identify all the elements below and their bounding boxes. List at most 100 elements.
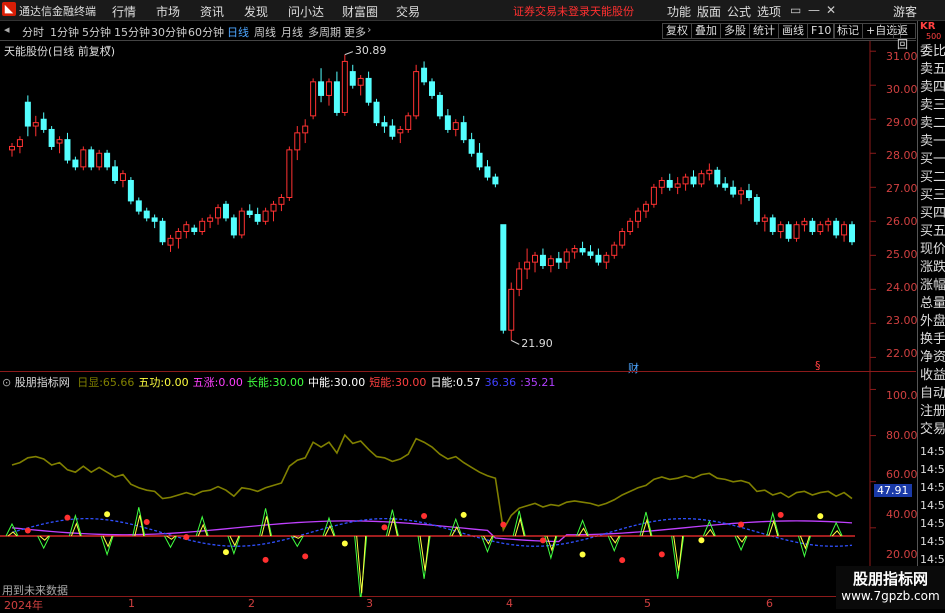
candle-body bbox=[270, 203, 277, 212]
xaxis-label: 2024年 bbox=[4, 599, 43, 612]
indicator-yaxis-label: 40.00 bbox=[886, 508, 918, 521]
indicator-yaxis-label: 20.00 bbox=[886, 548, 918, 561]
period-5min[interactable]: 5分钟 bbox=[82, 24, 111, 40]
menu-market[interactable]: 市场 bbox=[156, 3, 180, 20]
candle-body bbox=[230, 217, 237, 236]
multi-stock-button[interactable]: 多股 bbox=[720, 23, 750, 39]
menu-trade[interactable]: 交易 bbox=[396, 3, 420, 20]
candle-body bbox=[635, 210, 642, 222]
more-chevron-icon[interactable]: › bbox=[367, 23, 371, 36]
side-panel-item[interactable]: 注册 bbox=[920, 403, 945, 420]
candle-body bbox=[714, 169, 721, 185]
period-30min[interactable]: 30分钟 bbox=[151, 24, 187, 40]
menu-fortune[interactable]: 财富圈 bbox=[342, 3, 378, 20]
period-1min[interactable]: 1分钟 bbox=[50, 24, 79, 40]
side-panel-item: 换手 bbox=[920, 332, 945, 347]
candle-body bbox=[429, 81, 435, 96]
menu-formula[interactable]: 公式 bbox=[727, 3, 751, 20]
minimize-icon[interactable]: — bbox=[808, 3, 820, 17]
candle-body bbox=[571, 248, 578, 253]
indicator-yaxis-label: 100.0 bbox=[886, 389, 918, 402]
yaxis-label: 30.00 bbox=[886, 83, 918, 96]
period-15min[interactable]: 15分钟 bbox=[114, 24, 150, 40]
trade-time: 14:56 bbox=[920, 445, 945, 458]
candle-body bbox=[849, 224, 855, 243]
candle-body bbox=[381, 122, 388, 127]
indicator-yaxis-label: 80.00 bbox=[886, 429, 918, 442]
signal-dot bbox=[381, 524, 388, 531]
candle-body bbox=[357, 77, 364, 86]
current-stock-name: 天能股份 bbox=[590, 5, 634, 18]
xaxis-label: 5 bbox=[644, 597, 651, 610]
candle-body bbox=[738, 190, 745, 195]
watermark-title: 股朋指标网 bbox=[852, 570, 928, 588]
menu-news[interactable]: 资讯 bbox=[200, 3, 224, 20]
signal-dot bbox=[777, 511, 784, 518]
candle-body bbox=[690, 176, 697, 185]
price-chart[interactable] bbox=[0, 41, 916, 371]
candle-body bbox=[238, 210, 245, 236]
candle-body bbox=[167, 237, 174, 246]
indicator-dropdown-icon[interactable]: ⊙ bbox=[2, 376, 11, 389]
menu-quotes[interactable]: 行情 bbox=[112, 3, 136, 20]
candle-body bbox=[191, 227, 198, 233]
candle-body bbox=[452, 122, 459, 130]
period-more[interactable]: 更多 bbox=[344, 24, 366, 40]
restore-icon[interactable]: ▭ bbox=[790, 3, 801, 17]
trade-time: 14:56 bbox=[920, 535, 945, 548]
period-weekly[interactable]: 周线 bbox=[254, 24, 276, 40]
signal-dot bbox=[738, 521, 745, 528]
signal-dot bbox=[817, 513, 824, 520]
candle-body bbox=[286, 149, 293, 198]
quote-side-panel: KR 500 委比 卖五 卖四 卖三 卖二 卖一 买一 买二 买三 买四 买五 现价 涨跌 涨幅 总量 外盘换… bbox=[917, 21, 945, 609]
mark-button[interactable]: 标记 bbox=[833, 23, 863, 39]
candle-body bbox=[587, 251, 594, 256]
candle-body bbox=[24, 101, 31, 127]
candle-body bbox=[508, 288, 515, 331]
side-panel-item[interactable]: 交易 bbox=[920, 421, 945, 438]
yaxis-label: 22.00 bbox=[886, 347, 918, 360]
period-daily[interactable]: 日线 bbox=[227, 24, 249, 40]
title-dropdown-icon[interactable]: ▾ bbox=[106, 43, 111, 54]
candle-body bbox=[175, 231, 182, 239]
side-panel-item: 卖一 bbox=[920, 134, 945, 149]
yaxis-label: 25.00 bbox=[886, 248, 918, 261]
period-multi[interactable]: 多周期 bbox=[308, 24, 341, 40]
candle-body bbox=[325, 81, 332, 96]
menu-options[interactable]: 选项 bbox=[757, 3, 781, 20]
future-data-note: 用到未来数据 bbox=[2, 584, 68, 597]
f10-button[interactable]: F10 bbox=[807, 23, 836, 39]
candle-body bbox=[611, 244, 618, 256]
period-intraday[interactable]: 分时 bbox=[22, 24, 44, 40]
menu-layout[interactable]: 版面 bbox=[697, 3, 721, 20]
guest-login[interactable]: 游客 bbox=[893, 3, 917, 20]
candle-body bbox=[88, 149, 95, 168]
indicator-name[interactable]: 股朋指标网 bbox=[15, 376, 70, 389]
draw-line-button[interactable]: 画线 bbox=[778, 23, 808, 39]
yaxis-label: 24.00 bbox=[886, 281, 918, 294]
menu-xiaoda[interactable]: 问小达 bbox=[288, 3, 324, 20]
collapse-icon[interactable]: ◂ bbox=[4, 23, 10, 36]
side-panel-item: 外盘 bbox=[920, 314, 945, 329]
candle-body bbox=[658, 179, 665, 188]
candle-body bbox=[16, 139, 23, 147]
menu-discover[interactable]: 发现 bbox=[244, 3, 268, 20]
candle-body bbox=[215, 207, 222, 219]
statistics-button[interactable]: 统计 bbox=[749, 23, 779, 39]
trade-login-alert[interactable]: 证券交易未登录 bbox=[513, 3, 590, 19]
menu-function[interactable]: 功能 bbox=[667, 3, 691, 20]
back-button[interactable]: 返回 bbox=[893, 23, 916, 51]
candle-body bbox=[484, 166, 491, 178]
period-monthly[interactable]: 月线 bbox=[281, 24, 303, 40]
candle-body bbox=[444, 115, 451, 130]
indicator-chart[interactable] bbox=[0, 371, 916, 597]
overlay-button[interactable]: 叠加 bbox=[691, 23, 721, 39]
period-60min[interactable]: 60分钟 bbox=[188, 24, 224, 40]
adjust-button[interactable]: 复权 bbox=[662, 23, 692, 39]
candle-body bbox=[563, 251, 570, 263]
side-panel-item[interactable]: 自动 bbox=[920, 385, 945, 402]
long-energy-spike bbox=[734, 535, 748, 552]
side-panel-item: 卖二 bbox=[920, 116, 945, 131]
close-icon[interactable]: ✕ bbox=[826, 3, 836, 17]
yaxis-label: 31.00 bbox=[886, 50, 918, 63]
